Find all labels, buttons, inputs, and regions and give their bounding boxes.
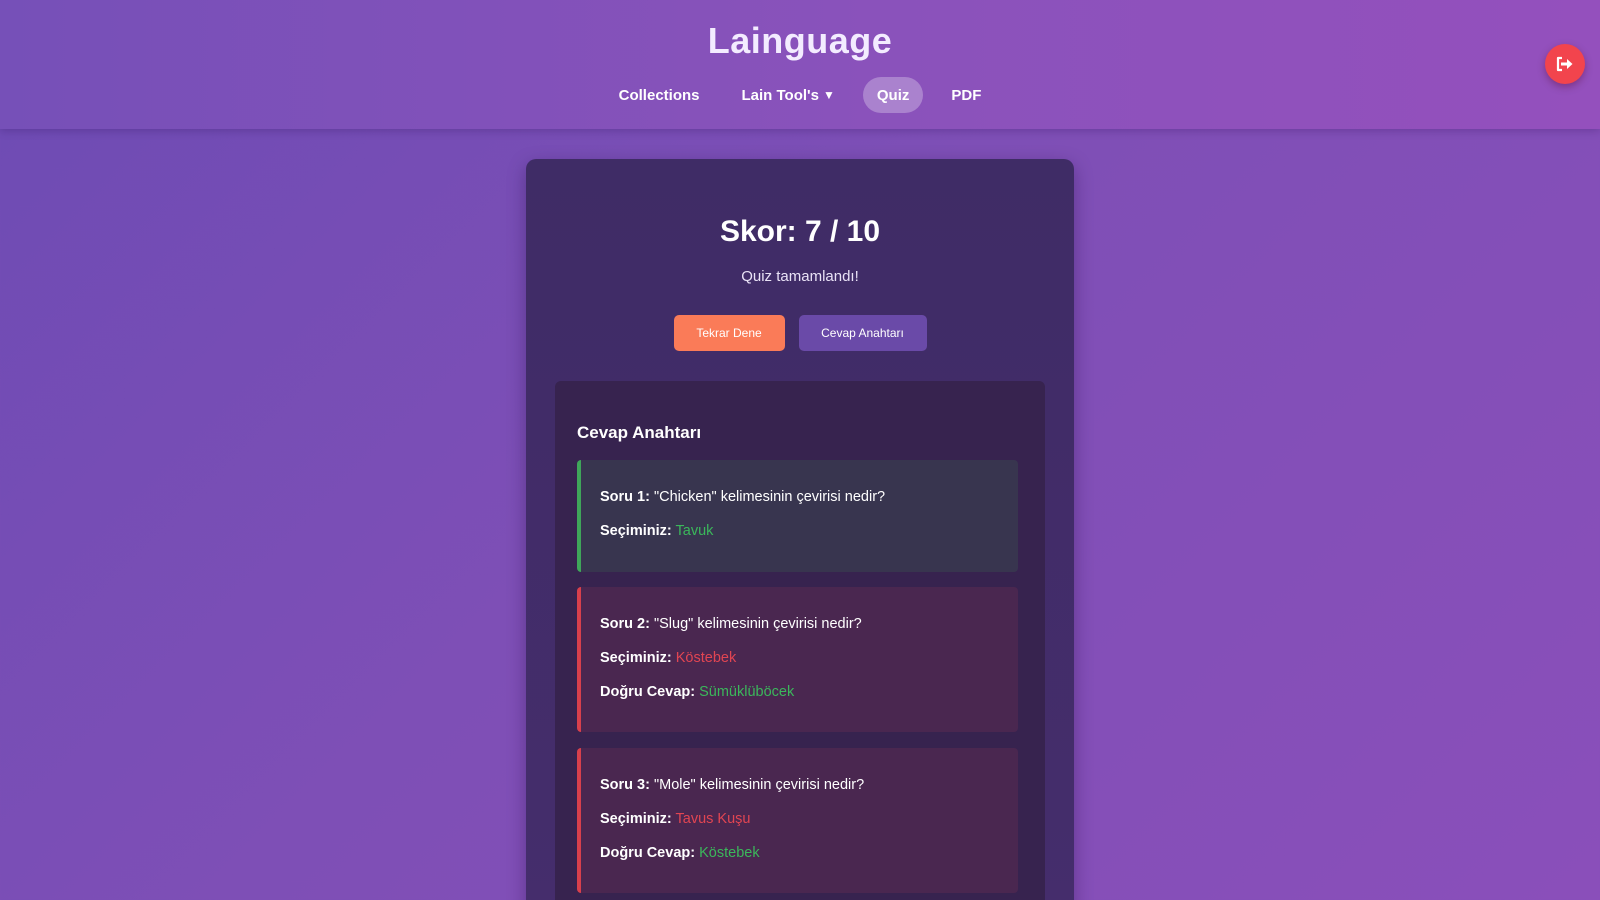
- correct-answer-value: Köstebek: [699, 845, 760, 861]
- question-text: "Chicken" kelimesinin çevirisi nedir?: [653, 489, 886, 505]
- logout-button[interactable]: [1545, 44, 1585, 84]
- nav-item-quiz[interactable]: Quiz: [862, 77, 924, 113]
- answer-key-button[interactable]: Cevap Anahtarı: [798, 315, 927, 351]
- quiz-status-text: Quiz tamamlandı!: [741, 268, 859, 285]
- question-number: Soru 1:: [600, 489, 650, 505]
- question-line: Soru 2: "Slug" kelimesinin çevirisi nedi…: [600, 616, 862, 632]
- question-line: Soru 1: "Chicken" kelimesinin çevirisi n…: [600, 489, 885, 505]
- answer-item: Soru 3: "Mole" kelimesinin çevirisi nedi…: [577, 748, 1018, 893]
- correct-answer-line: Doğru Cevap: Köstebek: [600, 845, 760, 861]
- correct-answer-value: Sümüklüböcek: [699, 684, 795, 700]
- choice-value: Köstebek: [675, 650, 737, 666]
- choice-label: Seçiminiz:: [600, 650, 672, 666]
- choice-line: Seçiminiz: Köstebek: [600, 650, 736, 666]
- logout-icon: [1556, 56, 1573, 72]
- caret-down-icon: ▼: [822, 88, 835, 102]
- answer-key-panel: Cevap Anahtarı Soru 1: "Chicken" kelimes…: [555, 381, 1045, 900]
- app-title: Lainguage: [707, 20, 893, 61]
- nav-item-label: Quiz: [876, 86, 910, 104]
- question-text: "Mole" kelimesinin çevirisi nedir?: [653, 777, 865, 793]
- choice-value: Tavus Kuşu: [675, 811, 751, 827]
- top-header: Lainguage Collections Lain Tool's ▼ Quiz…: [0, 0, 1600, 129]
- choice-label: Seçiminiz:: [600, 811, 672, 827]
- score-heading: Skor: 7 / 10: [719, 215, 881, 248]
- question-number: Soru 2:: [600, 616, 650, 632]
- nav-item-label: Lain Tool's: [741, 86, 819, 104]
- nav-item-collections[interactable]: Collections: [605, 77, 714, 113]
- question-text: "Slug" kelimesinin çevirisi nedir?: [653, 616, 862, 632]
- nav-item-label: PDF: [951, 86, 982, 104]
- choice-line: Seçiminiz: Tavus Kuşu: [600, 811, 750, 827]
- main-nav: Collections Lain Tool's ▼ Quiz PDF: [0, 77, 1600, 113]
- choice-label: Seçiminiz:: [600, 523, 672, 539]
- result-actions: Tekrar Dene Cevap Anahtarı: [526, 315, 1074, 351]
- choice-value: Tavuk: [675, 523, 714, 539]
- quiz-result-card: Skor: 7 / 10 Quiz tamamlandı! Tekrar Den…: [526, 159, 1074, 900]
- question-line: Soru 3: "Mole" kelimesinin çevirisi nedi…: [600, 777, 864, 793]
- nav-item-label: Collections: [618, 86, 700, 104]
- answer-item: Soru 2: "Slug" kelimesinin çevirisi nedi…: [577, 587, 1018, 732]
- nav-item-pdf[interactable]: PDF: [937, 77, 995, 113]
- choice-line: Seçiminiz: Tavuk: [600, 523, 713, 539]
- retry-button[interactable]: Tekrar Dene: [673, 315, 785, 351]
- answer-key-title: Cevap Anahtarı: [577, 423, 702, 442]
- correct-answer-label: Doğru Cevap:: [600, 845, 696, 861]
- question-number: Soru 3:: [600, 777, 650, 793]
- answer-item: Soru 1: "Chicken" kelimesinin çevirisi n…: [577, 460, 1018, 572]
- correct-answer-label: Doğru Cevap:: [600, 684, 696, 700]
- correct-answer-line: Doğru Cevap: Sümüklüböcek: [600, 684, 794, 700]
- nav-item-lain-tools[interactable]: Lain Tool's ▼: [728, 77, 849, 113]
